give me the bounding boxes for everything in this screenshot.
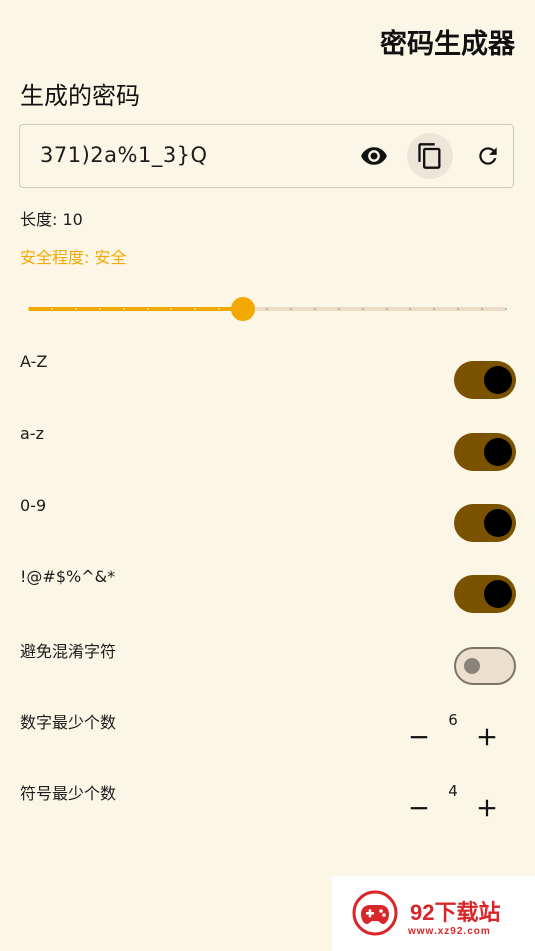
regenerate-button[interactable]	[465, 133, 511, 179]
slider-tick	[505, 308, 507, 310]
password-text[interactable]: 371)2a%1_3}Q	[40, 143, 208, 167]
strength-label: 安全程度: 安全	[20, 248, 127, 267]
watermark-url: www.xz92.com	[408, 926, 491, 937]
slider-tick	[385, 308, 388, 310]
copy-button[interactable]	[407, 133, 453, 179]
slider-tick	[146, 308, 149, 310]
slider-tick	[74, 308, 77, 310]
length-slider[interactable]	[27, 296, 507, 322]
plus-icon	[478, 728, 496, 746]
plus-icon	[478, 799, 496, 817]
watermark-name: 92下载站	[410, 900, 501, 925]
min-digits-value: 6	[448, 711, 458, 729]
app-title: 密码生成器	[380, 29, 515, 60]
password-display: 371)2a%1_3}Q	[19, 124, 514, 188]
slider-thumb[interactable]	[231, 297, 256, 321]
gamepad-logo-icon	[352, 890, 398, 936]
slider-tick	[122, 308, 125, 310]
lowercase-toggle[interactable]	[454, 433, 516, 471]
option-label-symbols: !@#$%^&*	[20, 567, 116, 586]
min-digits-decrement-button[interactable]	[404, 722, 434, 752]
slider-tick	[361, 308, 364, 310]
min-symbols-label: 符号最少个数	[20, 784, 117, 803]
digits-toggle[interactable]	[454, 504, 516, 542]
length-label: 长度: 10	[20, 210, 83, 229]
slider-tick	[313, 308, 316, 310]
toggle-knob	[484, 366, 512, 394]
toggle-knob	[484, 580, 512, 608]
copy-icon	[418, 143, 441, 169]
option-label-lowercase: a-z	[20, 424, 44, 443]
min-symbols-increment-button[interactable]	[472, 793, 502, 823]
generated-password-heading: 生成的密码	[20, 82, 140, 110]
symbols-toggle[interactable]	[454, 575, 516, 613]
slider-fill	[28, 307, 244, 311]
slider-tick	[50, 308, 53, 310]
uppercase-toggle[interactable]	[454, 361, 516, 399]
watermark: 92下载站 www.xz92.com	[332, 876, 535, 951]
toggle-knob	[484, 438, 512, 466]
toggle-visibility-button[interactable]	[351, 133, 397, 179]
toggle-knob	[484, 509, 512, 537]
min-symbols-decrement-button[interactable]	[404, 793, 434, 823]
toggle-knob	[464, 658, 480, 674]
slider-tick	[98, 308, 101, 310]
option-label-avoid-ambiguous: 避免混淆字符	[20, 642, 117, 661]
minus-icon	[410, 807, 428, 810]
refresh-icon	[479, 147, 497, 165]
slider-tick	[27, 308, 29, 310]
slider-tick	[289, 308, 292, 310]
option-label-uppercase: A-Z	[20, 352, 48, 371]
option-label-digits: 0-9	[20, 496, 47, 515]
slider-tick	[266, 308, 268, 310]
eye-icon	[361, 147, 387, 165]
min-digits-increment-button[interactable]	[472, 722, 502, 752]
avoid-ambiguous-toggle[interactable]	[454, 647, 516, 685]
slider-tick	[337, 308, 340, 310]
min-symbols-value: 4	[448, 782, 458, 800]
minus-icon	[410, 736, 428, 739]
min-digits-label: 数字最少个数	[20, 713, 117, 732]
